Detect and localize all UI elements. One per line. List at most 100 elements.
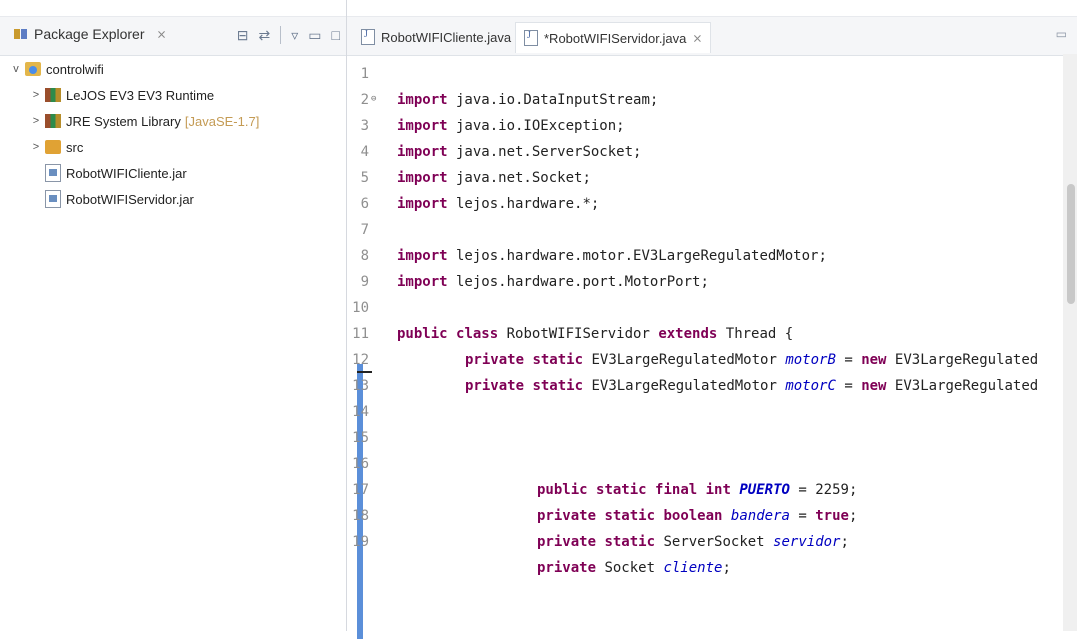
java-file-icon [361, 29, 375, 45]
editor-area: RobotWIFICliente.java *RobotWIFIServidor… [347, 0, 1077, 639]
code-text: ServerSocket [655, 534, 774, 550]
code-text: Socket [596, 560, 664, 576]
line-number: 17 [352, 482, 369, 498]
vertical-scrollbar[interactable] [1063, 54, 1077, 631]
tree-item-src[interactable]: > src [30, 136, 84, 158]
tree-item-label: RobotWIFICliente.jar [66, 165, 187, 181]
keyword: new [861, 378, 887, 394]
keyword: boolean [663, 508, 723, 524]
line-number: 9 [360, 274, 369, 290]
code-text: java.net.Socket; [447, 170, 591, 186]
package-explorer-title: Package Explorer [34, 26, 145, 42]
keyword: import [397, 118, 448, 134]
keyword: static [604, 508, 656, 524]
keyword: private [537, 534, 597, 550]
line-number: 10 [352, 300, 369, 316]
code-line-3: import java.io.IOException; [397, 118, 625, 134]
field-name: bandera [730, 508, 790, 524]
code-text: = [835, 378, 862, 394]
code-editor[interactable]: 1 2 ⊖ 3 4 5 6 7 8 9 10 11 12 13 14 15 16… [347, 58, 1077, 639]
code-text: EV3LargeRegulatedMotor [583, 378, 786, 394]
editor-tab-bar: RobotWIFICliente.java *RobotWIFIServidor… [347, 16, 1077, 56]
code-text: EV3LargeRegulatedMotor [583, 352, 786, 368]
tree-item-cliente-jar[interactable]: RobotWIFICliente.jar [42, 162, 187, 184]
code-line-13: private static EV3LargeRegulatedMotor mo… [465, 378, 1038, 394]
tree-item-lejos-runtime[interactable]: > LeJOS EV3 EV3 Runtime [30, 84, 214, 106]
keyword: import [397, 274, 448, 290]
tree-item-project[interactable]: v controlwifi [10, 58, 104, 80]
keyword: import [397, 144, 448, 160]
code-line-18: private static ServerSocket servidor; [537, 534, 849, 550]
code-text: lejos.hardware.port.MotorPort; [447, 274, 709, 290]
package-explorer-tab[interactable]: Package Explorer ⨯ [14, 26, 167, 42]
collapse-all-icon[interactable]: ⊟ [237, 27, 249, 44]
code-text: RobotWIFIServidor [498, 326, 659, 342]
minimize-icon[interactable]: ▭ [308, 27, 321, 44]
tree-item-label: RobotWIFIServidor.jar [66, 191, 194, 207]
tree-item-servidor-jar[interactable]: RobotWIFIServidor.jar [42, 188, 194, 210]
close-view-icon[interactable]: ⨯ [157, 27, 167, 41]
view-menu-icon[interactable]: ▿ [291, 27, 298, 44]
keyword: static [532, 378, 584, 394]
line-number: 15 [352, 430, 369, 446]
collapse-arrow-icon[interactable]: > [30, 141, 42, 153]
code-text: ; [840, 534, 849, 550]
source-folder-icon [45, 140, 61, 154]
line-number: 16 [352, 456, 369, 472]
jar-file-icon [45, 190, 61, 208]
code-text: java.io.IOException; [447, 118, 625, 134]
keyword: import [397, 92, 448, 108]
field-name: servidor [773, 534, 841, 550]
tree-item-jre-library[interactable]: > JRE System Library [JavaSE-1.7] [30, 110, 260, 132]
keyword: extends [658, 326, 718, 342]
keyword: public [397, 326, 448, 342]
keyword: final [655, 482, 698, 498]
editor-minimize-icon[interactable]: ▭ [1056, 27, 1067, 41]
tab-robotwificliente-java[interactable]: RobotWIFICliente.java [353, 22, 519, 52]
java-file-icon [524, 30, 538, 46]
code-line-19: private Socket cliente; [537, 560, 731, 576]
collapse-arrow-icon[interactable]: > [30, 89, 42, 101]
line-number: 8 [360, 248, 369, 264]
tab-label: *RobotWIFIServidor.java [544, 30, 687, 46]
code-text: java.io.DataInputStream; [447, 92, 659, 108]
line-number: 2 [360, 92, 369, 108]
keyword: int [705, 482, 731, 498]
collapse-arrow-icon[interactable]: > [30, 115, 42, 127]
code-text: lejos.hardware.motor.EV3LargeRegulatedMo… [447, 248, 827, 264]
code-text: EV3LargeRegulated [886, 352, 1039, 368]
code-line-12: private static EV3LargeRegulatedMotor mo… [465, 352, 1038, 368]
fold-toggle-icon[interactable]: ⊖ [371, 94, 381, 104]
code-text: = [835, 352, 862, 368]
code-line-11: public class RobotWIFIServidor extends T… [397, 326, 793, 342]
keyword: private [465, 378, 525, 394]
close-tab-icon[interactable]: ⨯ [692, 31, 702, 45]
field-name: motorB [785, 352, 836, 368]
tab-robotwifiservidor-java[interactable]: *RobotWIFIServidor.java ⨯ [515, 22, 712, 53]
keyword: public [537, 482, 588, 498]
keyword: private [537, 508, 597, 524]
code-line-9: import lejos.hardware.port.MotorPort; [397, 274, 709, 290]
keyword: import [397, 196, 448, 212]
line-number: 14 [352, 404, 369, 420]
code-line-4: import java.net.ServerSocket; [397, 144, 641, 160]
line-number: 3 [360, 118, 369, 134]
line-number: 6 [360, 196, 369, 212]
field-name: cliente [663, 560, 723, 576]
code-line-5: import java.net.Socket; [397, 170, 591, 186]
code-line-8: import lejos.hardware.motor.EV3LargeRegu… [397, 248, 827, 264]
keyword: private [465, 352, 525, 368]
maximize-icon[interactable]: □ [332, 27, 340, 43]
tree-item-label: JRE System Library [66, 113, 181, 129]
package-explorer-header: Package Explorer ⨯ ⊟ ⇄ ▿ ▭ □ [0, 16, 346, 56]
scrollbar-thumb[interactable] [1067, 184, 1075, 304]
link-with-editor-icon[interactable]: ⇄ [259, 27, 271, 44]
code-text: ; [722, 560, 731, 576]
line-number: 19 [352, 534, 369, 550]
expand-arrow-icon[interactable]: v [10, 63, 22, 75]
code-line-17: private static boolean bandera = true; [537, 508, 857, 524]
tree-item-label: src [66, 139, 84, 155]
code-text: java.net.ServerSocket; [447, 144, 642, 160]
keyword: static [604, 534, 656, 550]
keyword: static [596, 482, 647, 498]
